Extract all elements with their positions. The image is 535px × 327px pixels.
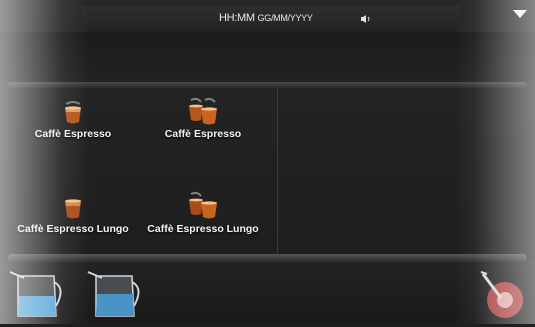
hot-water-pitcher-icon xyxy=(87,271,140,317)
drink-tile-double-espresso[interactable]: Caffè Espresso xyxy=(138,88,268,168)
drink-label: Caffè Espresso xyxy=(164,128,242,140)
hot-water-button[interactable] xyxy=(84,266,146,322)
time-label: HH:MM xyxy=(219,12,255,24)
screen-glare-left xyxy=(0,0,90,324)
date-label: GG/MM/YYYY xyxy=(257,13,313,23)
status-bar: HH:MM GG/MM/YYYY xyxy=(82,6,460,32)
speaker-icon[interactable] xyxy=(360,14,372,24)
drink-label: Caffè Espresso Lungo xyxy=(147,223,259,235)
screen-glare-right xyxy=(455,0,535,324)
drink-tile-double-lungo[interactable]: Caffè Espresso Lungo xyxy=(138,183,268,263)
date-time-readout: HH:MM GG/MM/YYYY xyxy=(219,12,313,24)
grid-divider xyxy=(277,88,278,254)
